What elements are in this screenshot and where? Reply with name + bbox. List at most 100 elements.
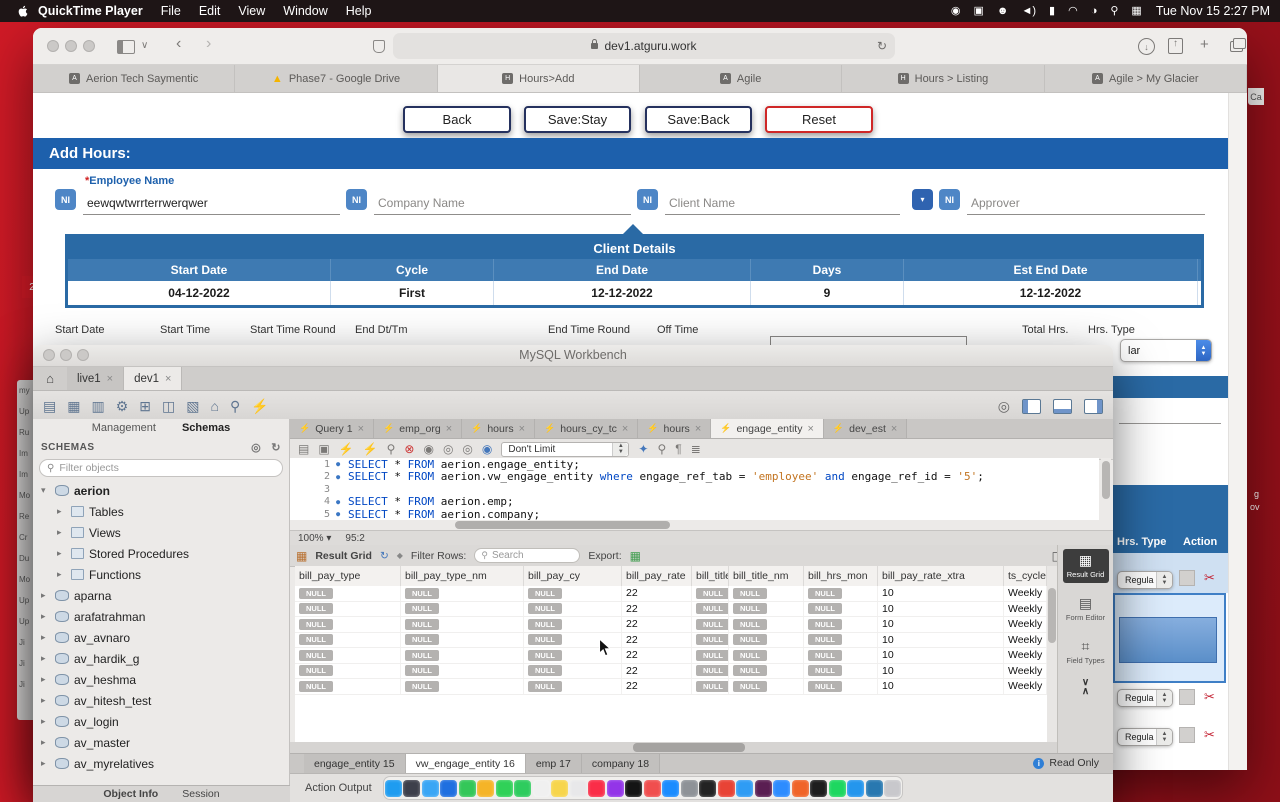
mail-dock-icon[interactable] <box>440 780 457 797</box>
grid-cell[interactable]: NULL <box>524 602 622 617</box>
disclosure-icon[interactable]: ▸ <box>41 632 50 643</box>
hrs-type-row-select[interactable]: Regula▲▼ <box>1117 728 1173 746</box>
grid-cell[interactable]: NULL <box>692 648 729 663</box>
browser-tab[interactable]: AAerion Tech Saymentic <box>33 65 235 92</box>
docker-dock-icon[interactable] <box>847 780 864 797</box>
disclosure-icon[interactable]: ▸ <box>41 758 50 769</box>
grid-cell[interactable]: 22 <box>622 664 692 679</box>
calendar-dock-icon[interactable] <box>533 780 550 797</box>
left-panel-toggle-icon[interactable] <box>1022 399 1041 414</box>
schema-tree-item[interactable]: ▸av_master <box>33 732 289 753</box>
grid-column-header[interactable]: bill_pay_rate <box>622 566 692 586</box>
browser-tab[interactable]: AAgile > My Glacier <box>1045 65 1247 92</box>
field-types-panel-button[interactable]: ⌗Field Types <box>1063 635 1109 669</box>
wrap-text-icon[interactable]: ≣ <box>691 442 701 456</box>
battery-icon[interactable]: ▮ <box>1049 6 1055 17</box>
browser-tab[interactable]: HHours>Add <box>438 65 640 92</box>
desktop-switch-icon[interactable]: ▦ <box>1131 6 1141 17</box>
execute-icon[interactable]: ⚡ <box>339 442 354 456</box>
reset-button[interactable]: Reset <box>765 106 873 133</box>
grid-cell[interactable]: NULL <box>729 648 804 663</box>
grid-cell[interactable]: NULL <box>524 586 622 601</box>
messages-dock-icon[interactable] <box>496 780 513 797</box>
explain-icon[interactable]: ⚲ <box>387 442 396 456</box>
info-icon[interactable]: i <box>1033 758 1044 769</box>
grid-cell[interactable]: NULL <box>401 617 524 632</box>
schema-tree-item[interactable]: ▸av_hitesh_test <box>33 690 289 711</box>
limit-dropdown[interactable]: Don't Limit ▲▼ <box>501 442 629 457</box>
disclosure-icon[interactable]: ▸ <box>41 737 50 748</box>
chevron-up-icon[interactable]: ∧ <box>1082 687 1089 696</box>
backup-icon[interactable]: ⌂ <box>210 398 218 414</box>
appstore-dock-icon[interactable] <box>662 780 679 797</box>
disclosure-icon[interactable]: ▸ <box>41 716 50 727</box>
search-icon[interactable]: ⚲ <box>230 398 240 414</box>
approver-input[interactable]: Approver <box>967 192 1205 215</box>
schema-tree-item[interactable]: ▸av_login <box>33 711 289 732</box>
user-account-icon[interactable]: ☻ <box>997 6 1009 17</box>
active-app-name[interactable]: QuickTime Player <box>38 4 143 18</box>
close-icon[interactable]: × <box>891 423 897 435</box>
grid-cell[interactable]: NULL <box>524 679 622 694</box>
grid-cell[interactable]: NULL <box>295 586 401 601</box>
disclosure-icon[interactable]: ▸ <box>41 695 50 706</box>
grid-cell[interactable]: NULL <box>692 633 729 648</box>
grid-cell[interactable]: Weekly <box>1004 586 1047 601</box>
grid-cell[interactable]: 22 <box>622 648 692 663</box>
create-table-icon[interactable]: ⊞ <box>139 398 151 414</box>
form-editor-panel-button[interactable]: ▤Form Editor <box>1063 592 1109 626</box>
chrome-dock-icon[interactable] <box>718 780 735 797</box>
grid-cell[interactable]: NULL <box>524 664 622 679</box>
menu-file[interactable]: File <box>161 4 181 18</box>
grid-cell[interactable]: NULL <box>804 664 878 679</box>
music-dock-icon[interactable] <box>588 780 605 797</box>
grid-cell[interactable]: NULL <box>401 664 524 679</box>
grid-row[interactable]: NULLNULLNULL22NULLNULLNULL10Weekly <box>295 633 1047 649</box>
grid-cell[interactable]: 22 <box>622 679 692 694</box>
grid-column-header[interactable]: bill_pay_type <box>295 566 401 586</box>
grid-cell[interactable]: NULL <box>804 648 878 663</box>
spotlight-icon[interactable]: ⚲ <box>1110 6 1118 17</box>
schema-filter-input[interactable]: ⚲ Filter objects <box>39 459 283 477</box>
notes-dock-icon[interactable] <box>551 780 568 797</box>
back-icon[interactable]: ‹ <box>176 35 181 53</box>
stop-icon[interactable]: ⊗ <box>404 442 414 456</box>
result-search-input[interactable]: ⚲ Search <box>474 548 580 563</box>
result-tab[interactable]: emp 17 <box>526 754 582 774</box>
grid-cell[interactable]: NULL <box>692 679 729 694</box>
disclosure-icon[interactable]: ▸ <box>57 548 66 559</box>
apple-logo-icon[interactable] <box>16 4 30 18</box>
save-stay-button[interactable]: Save:Stay <box>524 106 631 133</box>
grid-column-header[interactable]: bill_pay_cy <box>524 566 622 586</box>
grid-cell[interactable]: NULL <box>692 617 729 632</box>
result-tab[interactable]: engage_entity 15 <box>304 754 406 774</box>
zoom-dock-icon[interactable] <box>773 780 790 797</box>
grid-row[interactable]: NULLNULLNULL22NULLNULLNULL10Weekly <box>295 586 1047 602</box>
grid-column-header[interactable]: bill_hrs_mon <box>804 566 878 586</box>
open-file-icon[interactable]: ▥ <box>91 398 104 414</box>
grid-column-header[interactable]: bill_title_nm <box>729 566 804 586</box>
grid-cell[interactable]: NULL <box>295 617 401 632</box>
grid-cell[interactable]: Weekly <box>1004 664 1047 679</box>
close-icon[interactable]: × <box>358 423 364 435</box>
result-tab[interactable]: company 18 <box>582 754 660 774</box>
query-tab[interactable]: ⚡dev_est× <box>824 419 907 438</box>
query-tab[interactable]: ⚡Query 1× <box>290 419 374 438</box>
management-tab[interactable]: Management <box>92 422 156 434</box>
grid-cell[interactable]: NULL <box>729 664 804 679</box>
facetime-dock-icon[interactable] <box>514 780 531 797</box>
invisible-chars-icon[interactable]: ¶ <box>675 442 681 456</box>
menu-window[interactable]: Window <box>283 4 327 18</box>
minimize-window-button[interactable] <box>65 40 77 52</box>
refresh-icon[interactable]: ↻ <box>877 39 887 53</box>
close-icon[interactable]: × <box>519 423 525 435</box>
grid-row[interactable]: NULLNULLNULL22NULLNULLNULL10Weekly <box>295 679 1047 695</box>
schema-tree-item[interactable]: ▸av_avnaro <box>33 627 289 648</box>
employee-name-input[interactable]: eewqwtwrrterrwerqwer <box>83 192 340 215</box>
schema-tree-item[interactable]: ▸Stored Procedures <box>33 543 289 564</box>
grid-cell[interactable]: 10 <box>878 633 1004 648</box>
forward-icon[interactable]: › <box>206 35 211 53</box>
photos-dock-icon[interactable] <box>477 780 494 797</box>
row-checkbox[interactable] <box>1179 689 1195 705</box>
grid-cell[interactable]: Weekly <box>1004 679 1047 694</box>
